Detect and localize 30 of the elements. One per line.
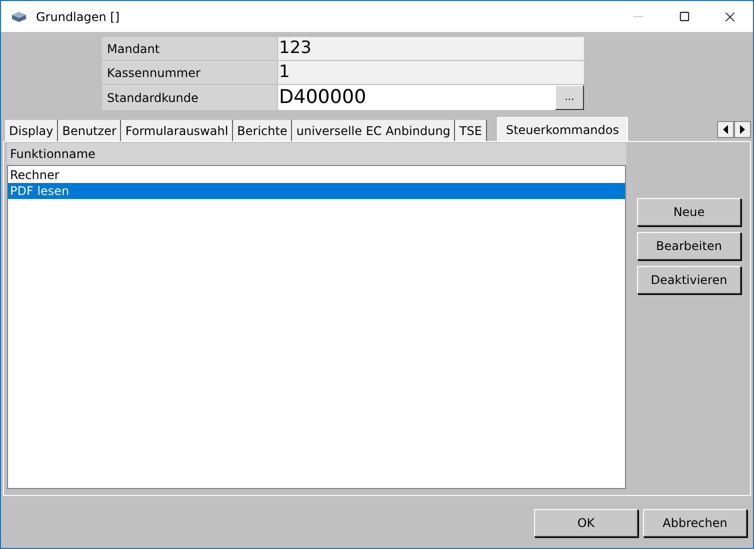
field-label: Standardkunde (102, 85, 277, 110)
scroll-left-button[interactable] (717, 121, 734, 138)
app-icon (11, 10, 27, 24)
tab[interactable]: Display (5, 120, 58, 141)
column-header: Funktionname (7, 143, 626, 165)
dialog-button[interactable]: OK (534, 509, 638, 537)
dialog-button[interactable]: Neue (637, 198, 741, 226)
tab[interactable]: Steuerkommandos (496, 117, 628, 141)
maximize-icon (678, 11, 690, 22)
list-item[interactable]: Rechner (8, 167, 625, 183)
left-arrow-icon (723, 125, 728, 134)
window-title: Grundlagen [] (36, 8, 120, 26)
readonly-field: 1 (278, 61, 584, 84)
tab[interactable]: Formularauswahl (121, 120, 234, 141)
list-item[interactable]: PDF lesen (8, 183, 625, 199)
readonly-field: 123 (278, 37, 584, 60)
field-label: Kassennummer (102, 61, 277, 84)
tab[interactable]: Berichte (233, 120, 292, 141)
dialog-button[interactable]: Bearbeiten (637, 232, 741, 260)
field-label: Mandant (102, 37, 277, 60)
tab[interactable]: TSE (455, 120, 487, 141)
right-arrow-icon (740, 125, 745, 134)
scroll-right-button[interactable] (734, 121, 751, 138)
dialog-button[interactable]: Abbrechen (643, 509, 747, 537)
input-field[interactable]: D400000 (278, 85, 555, 110)
browse-button[interactable]: ... (555, 85, 584, 110)
dialog-button[interactable]: Deaktivieren (637, 266, 741, 294)
minimize-icon (633, 16, 643, 17)
tab[interactable]: universelle EC Anbindung (292, 120, 456, 141)
tab[interactable]: Benutzer (58, 120, 122, 141)
